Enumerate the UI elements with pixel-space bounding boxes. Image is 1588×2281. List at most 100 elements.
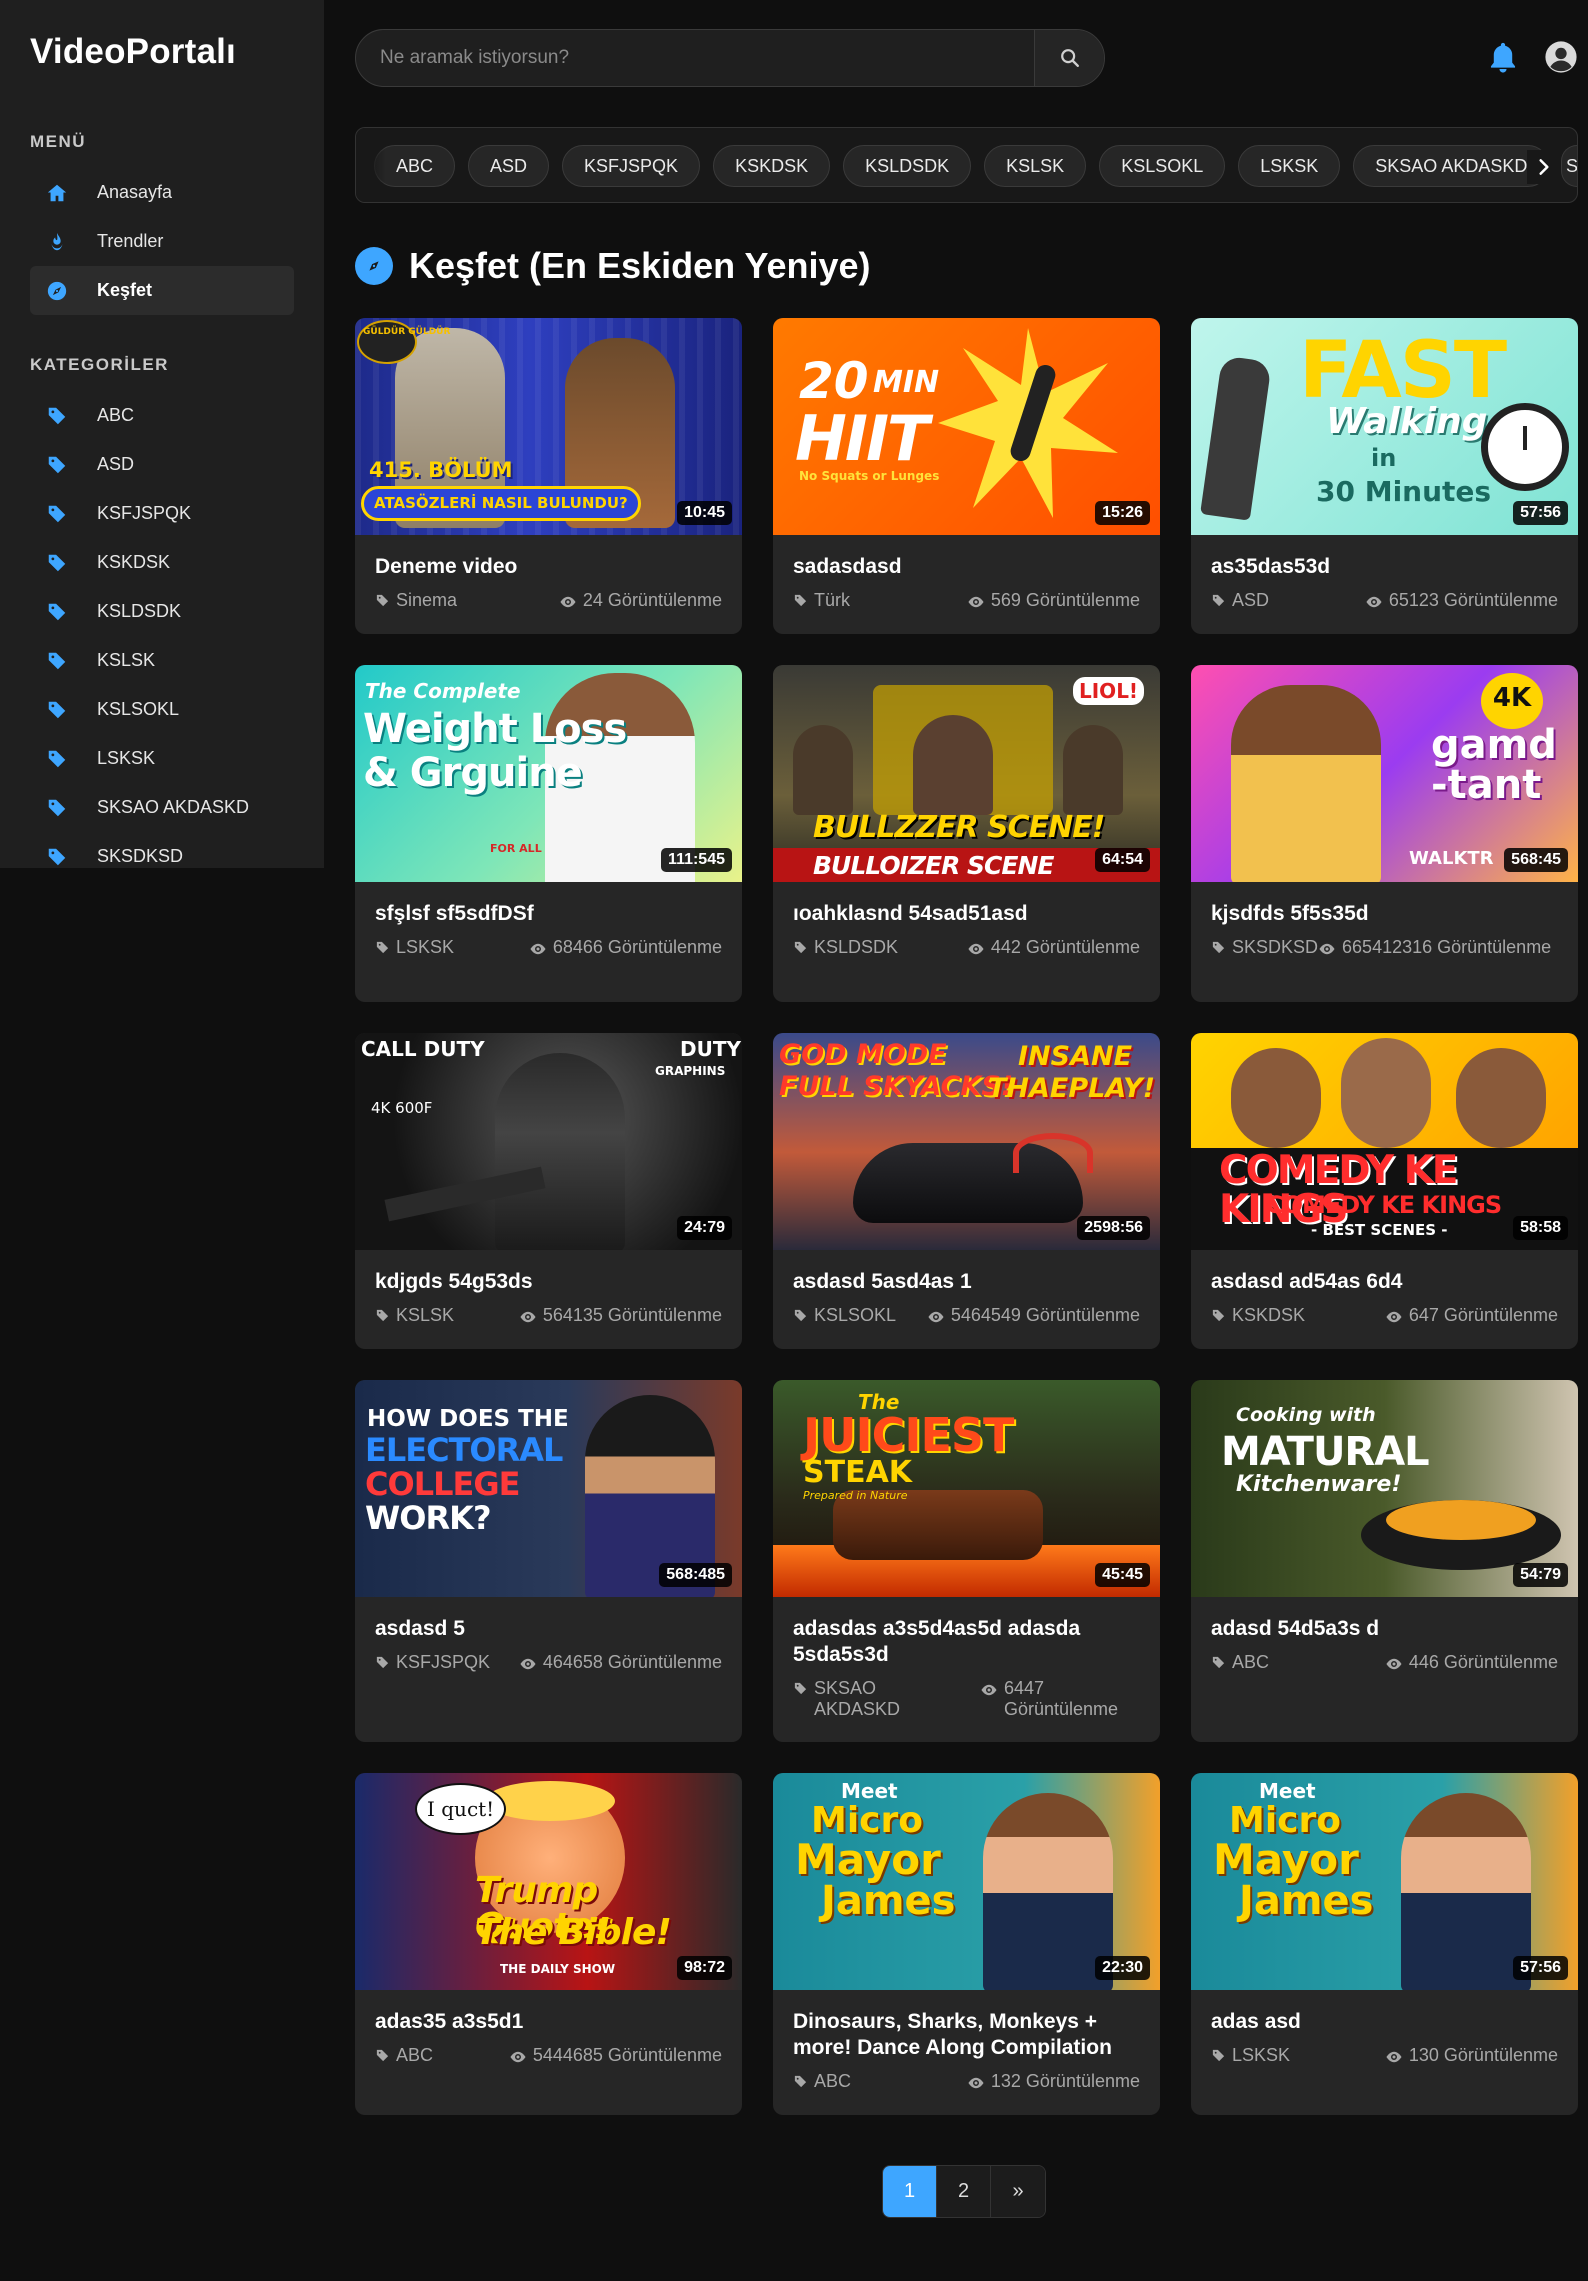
user-avatar-icon[interactable]	[1544, 40, 1578, 74]
video-thumbnail[interactable]: 4K gamd -tant WALKTR 568:45	[1191, 665, 1578, 882]
video-thumbnail[interactable]: COMEDY KE KINGS COMEDY KE KINGS - BEST S…	[1191, 1033, 1578, 1250]
bell-icon[interactable]	[1486, 40, 1520, 74]
video-title[interactable]: adasd 54d5a3s d	[1211, 1616, 1558, 1642]
tag-chip[interactable]: KSLSK	[984, 145, 1087, 187]
sidebar-item-trending[interactable]: Trendler	[30, 217, 294, 266]
video-card[interactable]: LIOL! BULLZZER SCENE! BULLOIZER SCENE 64…	[773, 665, 1160, 1002]
video-category[interactable]: Sinema	[396, 590, 457, 611]
video-category[interactable]: ABC	[396, 2045, 433, 2066]
video-title[interactable]: adasdas a3s5d4as5d adasda 5sda5s3d	[793, 1616, 1140, 1668]
video-card[interactable]: HOW DOES THE ELECTORAL COLLEGE WORK? 568…	[355, 1380, 742, 1742]
video-category[interactable]: SKSAO AKDASKD	[814, 1678, 943, 1720]
video-thumbnail[interactable]: GÜLDÜR GÜLDÜR 415. BÖLÜM ATASÖZLERİ NASI…	[355, 318, 742, 535]
video-card[interactable]: GÜLDÜR GÜLDÜR 415. BÖLÜM ATASÖZLERİ NASI…	[355, 318, 742, 634]
sidebar-category-item[interactable]: KSKDSK	[30, 538, 294, 587]
video-thumbnail[interactable]: Meet Micro Mayor James 57:56	[1191, 1773, 1578, 1990]
video-category[interactable]: KSLSOKL	[814, 1305, 896, 1326]
next-page-button[interactable]: »	[991, 2166, 1045, 2217]
sidebar-category-item[interactable]: KSLSOKL	[30, 685, 294, 734]
sidebar-category-item[interactable]: KSLDSDK	[30, 587, 294, 636]
thumbnail-text: I quct!	[415, 1783, 507, 1835]
video-category[interactable]: ASD	[1232, 590, 1269, 611]
video-thumbnail[interactable]: Cooking with MATURAL Kitchenware! 54:79	[1191, 1380, 1578, 1597]
sidebar-category-item[interactable]: KSLSK	[30, 636, 294, 685]
thumbnail-text: JUICIEST	[803, 1408, 1014, 1462]
video-title[interactable]: asdasd 5asd4as 1	[793, 1269, 1140, 1295]
video-card[interactable]: 4K gamd -tant WALKTR 568:45 kjsdfds 5f5s…	[1191, 665, 1578, 1002]
video-category[interactable]: KSLSK	[396, 1305, 454, 1326]
video-card[interactable]: CALL DUTY DUTY GRAPHINS 4K 600F 24:79 kd…	[355, 1033, 742, 1349]
video-card[interactable]: GOD MODE FULL SKYACKS! INSANE THAEPLAY! …	[773, 1033, 1160, 1349]
video-category[interactable]: ABC	[814, 2071, 851, 2092]
video-card[interactable]: Meet Micro Mayor James 57:56 adas asd LS…	[1191, 1773, 1578, 2115]
video-title[interactable]: kdjgds 54g53ds	[375, 1269, 722, 1295]
thumbnail-text: 4K	[1481, 673, 1543, 729]
video-title[interactable]: as35das53d	[1211, 554, 1558, 580]
sidebar-category-item[interactable]: ABC	[30, 391, 294, 440]
sidebar-category-item[interactable]: LSKSK	[30, 734, 294, 783]
video-card[interactable]: The JUICIEST STEAK Prepared in Nature 45…	[773, 1380, 1160, 1742]
tag-chip[interactable]: SKSAO AKDASKD	[1353, 145, 1550, 187]
sidebar-item-home[interactable]: Anasayfa	[30, 168, 294, 217]
sidebar-category-item[interactable]: KSFJSPQK	[30, 489, 294, 538]
video-card[interactable]: I quct! Trump Quotes The Bible! THE DAIL…	[355, 1773, 742, 2115]
search-input[interactable]	[356, 30, 1034, 86]
video-thumbnail[interactable]: HOW DOES THE ELECTORAL COLLEGE WORK? 568…	[355, 1380, 742, 1597]
video-thumbnail[interactable]: CALL DUTY DUTY GRAPHINS 4K 600F 24:79	[355, 1033, 742, 1250]
video-card[interactable]: 20 MIN HIIT No Squats or Lunges 15:26 sa…	[773, 318, 1160, 634]
search-button[interactable]	[1034, 30, 1104, 86]
app-logo[interactable]: VideoPortalı	[30, 30, 294, 74]
video-title[interactable]: sfşlsf sf5sdfDSf	[375, 901, 722, 927]
page-button-1[interactable]: 1	[883, 2166, 937, 2217]
video-title[interactable]: ıoahklasnd 54sad51asd	[793, 901, 1140, 927]
sidebar-item-explore[interactable]: Keşfet	[30, 266, 294, 315]
video-category[interactable]: KSFJSPQK	[396, 1652, 490, 1673]
video-thumbnail[interactable]: FAST Walking in 30 Minutes 57:56	[1191, 318, 1578, 535]
video-category[interactable]: KSKDSK	[1232, 1305, 1305, 1326]
tag-scroll-right-button[interactable]	[1527, 150, 1561, 184]
thumbnail-text: Weight Loss	[363, 706, 627, 752]
video-thumbnail[interactable]: Meet Micro Mayor James 22:30	[773, 1773, 1160, 1990]
video-title[interactable]: adas35 a3s5d1	[375, 2009, 722, 2035]
tag-chip[interactable]: KSKDSK	[713, 145, 831, 187]
video-title[interactable]: Dinosaurs, Sharks, Monkeys + more! Dance…	[793, 2009, 1140, 2061]
video-title[interactable]: sadasdasd	[793, 554, 1140, 580]
video-thumbnail[interactable]: 20 MIN HIIT No Squats or Lunges 15:26	[773, 318, 1160, 535]
video-category[interactable]: LSKSK	[1232, 2045, 1290, 2066]
page-button-2[interactable]: 2	[937, 2166, 991, 2217]
video-thumbnail[interactable]: The Complete Weight Loss & Grguine FOR A…	[355, 665, 742, 882]
tag-chip[interactable]: LSKSK	[1238, 145, 1341, 187]
tag-scroll-left[interactable]	[356, 128, 386, 202]
tag-chip[interactable]: ASD	[468, 145, 550, 187]
tag-chip[interactable]: KSFJSPQK	[562, 145, 701, 187]
video-category[interactable]: SKSDKSD	[1232, 937, 1318, 958]
sidebar-category-item[interactable]: SKSDKSD	[30, 832, 294, 868]
video-card[interactable]: FAST Walking in 30 Minutes 57:56 as35das…	[1191, 318, 1578, 634]
tag-chip[interactable]: ABC	[374, 145, 456, 187]
video-thumbnail[interactable]: GOD MODE FULL SKYACKS! INSANE THAEPLAY! …	[773, 1033, 1160, 1250]
video-category[interactable]: KSLDSDK	[814, 937, 898, 958]
tag-chip[interactable]: KSLDSDK	[843, 145, 972, 187]
sidebar-category-item[interactable]: SKSAO AKDASKD	[30, 783, 294, 832]
video-views: 68466 Görüntülenme	[552, 937, 722, 957]
video-card[interactable]: Cooking with MATURAL Kitchenware! 54:79 …	[1191, 1380, 1578, 1742]
tag-chip[interactable]: KSLSOKL	[1099, 145, 1226, 187]
video-thumbnail[interactable]: I quct! Trump Quotes The Bible! THE DAIL…	[355, 1773, 742, 1990]
video-card[interactable]: The Complete Weight Loss & Grguine FOR A…	[355, 665, 742, 1002]
video-title[interactable]: asdasd 5	[375, 1616, 722, 1642]
video-title[interactable]: kjsdfds 5f5s35d	[1211, 901, 1558, 927]
video-category[interactable]: Türk	[814, 590, 850, 611]
tag-chip-partial[interactable]: SK	[1561, 145, 1577, 187]
thumbnail-text: The Complete	[365, 679, 521, 703]
video-thumbnail[interactable]: LIOL! BULLZZER SCENE! BULLOIZER SCENE 64…	[773, 665, 1160, 882]
video-card[interactable]: COMEDY KE KINGS COMEDY KE KINGS - BEST S…	[1191, 1033, 1578, 1349]
video-title[interactable]: Deneme video	[375, 554, 722, 580]
video-category[interactable]: LSKSK	[396, 937, 454, 958]
eye-icon	[520, 1658, 536, 1670]
video-title[interactable]: asdasd ad54as 6d4	[1211, 1269, 1558, 1295]
video-thumbnail[interactable]: The JUICIEST STEAK Prepared in Nature 45…	[773, 1380, 1160, 1597]
video-category[interactable]: ABC	[1232, 1652, 1269, 1673]
sidebar-category-item[interactable]: ASD	[30, 440, 294, 489]
video-card[interactable]: Meet Micro Mayor James 22:30 Dinosaurs, …	[773, 1773, 1160, 2115]
video-title[interactable]: adas asd	[1211, 2009, 1558, 2035]
